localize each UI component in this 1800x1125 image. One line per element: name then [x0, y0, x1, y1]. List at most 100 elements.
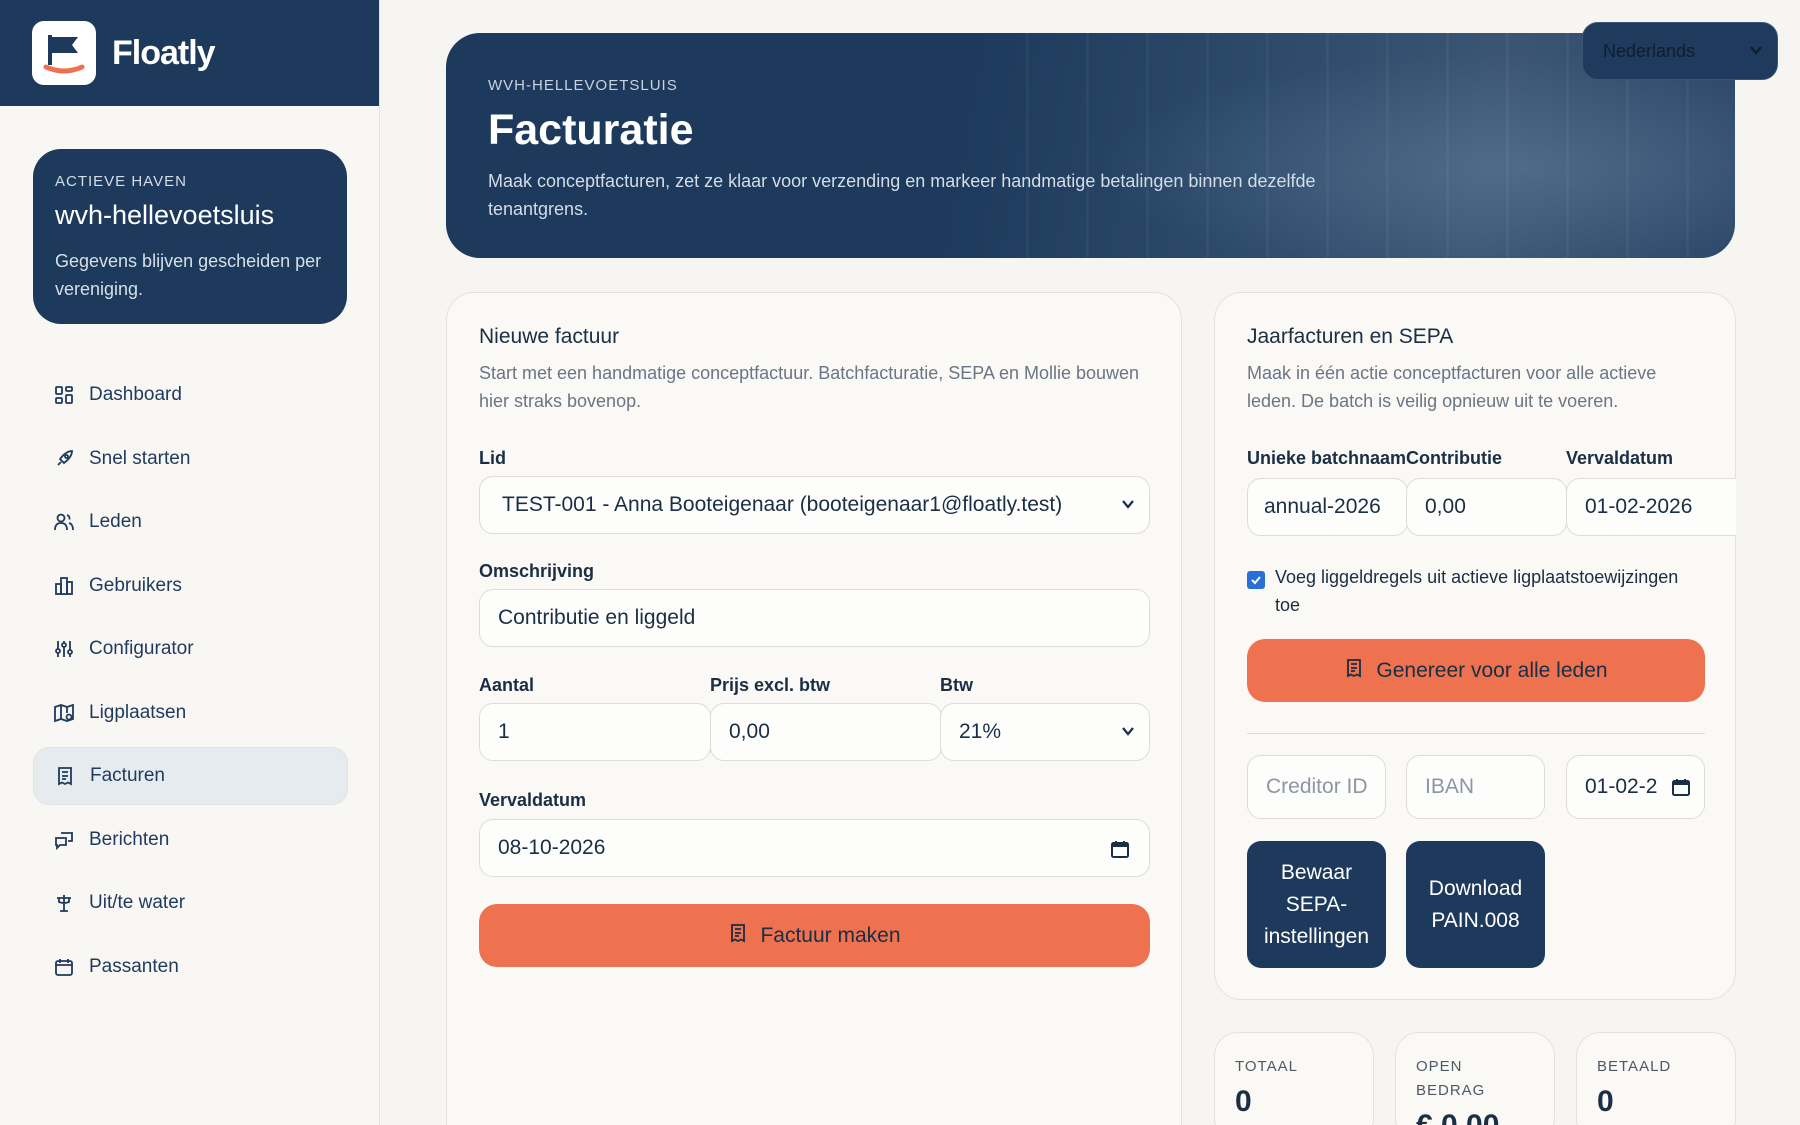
due-date-label: Vervaldatum	[479, 790, 587, 810]
batch-name-value: annual-2026	[1264, 495, 1381, 518]
annual-due-label: Vervaldatum	[1566, 448, 1674, 468]
price-input-value: 0,00	[729, 720, 770, 743]
download-pain-label: Download PAIN.008	[1428, 876, 1523, 932]
sidebar-item-label: Configurator	[89, 638, 194, 659]
calendar-icon[interactable]	[1672, 778, 1690, 802]
description-input-value: Contributie en liggeld	[498, 606, 696, 629]
batch-name-label: Unieke batchnaam	[1247, 448, 1407, 468]
stat-paid: BETAALD 0	[1576, 1032, 1736, 1125]
sidebar-item-facturen[interactable]: Facturen	[33, 747, 348, 805]
vat-select-value: 21%	[959, 720, 1002, 743]
quantity-input-value: 1	[498, 720, 510, 743]
sidebar-item-uit-te-water[interactable]: Uit/te water	[33, 874, 348, 932]
haven-description: Gegevens blijven gescheiden per verenigi…	[55, 251, 322, 299]
creditor-id-input[interactable]: Creditor ID	[1247, 755, 1386, 819]
sidebar-item-configurator[interactable]: Configurator	[33, 620, 348, 678]
hero-eyebrow: WVH-HELLEVOETSLUIS	[488, 77, 678, 94]
batch-name-input[interactable]: annual-2026	[1247, 478, 1408, 536]
generate-all-button[interactable]: Genereer voor alle leden	[1247, 639, 1705, 702]
sidebar-item-passanten[interactable]: Passanten	[33, 938, 348, 996]
sidebar-item-berichten[interactable]: Berichten	[33, 811, 348, 869]
create-invoice-label: Factuur maken	[760, 923, 901, 947]
sidebar-item-label: Ligplaatsen	[89, 701, 187, 723]
sidebar-item-label: Berichten	[89, 828, 170, 850]
due-date-input-value: 08-10-2026	[498, 836, 606, 859]
quantity-label: Aantal	[479, 675, 535, 695]
building-icon	[53, 575, 75, 597]
new-invoice-subtitle: Start met een handmatige conceptfactuur.…	[479, 363, 1140, 411]
active-haven-card: ACTIEVE HAVEN wvh-hellevoetsluis Gegeven…	[33, 149, 347, 324]
sidebar-item-leden[interactable]: Leden	[33, 493, 348, 551]
annual-sepa-card: Jaarfacturen en SEPA Maak in één actie c…	[1214, 292, 1736, 1000]
sidebar-item-label: Facturen	[90, 765, 165, 786]
rocket-icon	[53, 448, 75, 470]
receipt-icon	[54, 765, 76, 787]
stat-total: TOTAAL 0	[1214, 1032, 1374, 1125]
creditor-id-placeholder: Creditor ID	[1266, 775, 1368, 798]
save-sepa-label: Bewaar SEPA-instellingen	[1263, 860, 1370, 948]
brand-header[interactable]: Floatly	[0, 0, 379, 106]
flag-logo-icon	[32, 21, 96, 85]
boat-lift-icon	[53, 892, 75, 914]
map-icon	[53, 702, 75, 724]
berth-fees-checkbox[interactable]	[1247, 571, 1265, 589]
sliders-icon	[53, 638, 75, 660]
sepa-date-value: 01-02-2026	[1585, 775, 1657, 798]
sidebar-item-snel-starten[interactable]: Snel starten	[33, 430, 348, 488]
quantity-input[interactable]: 1	[479, 703, 711, 761]
sidebar-item-label: Passanten	[89, 955, 179, 977]
berth-fees-checkbox-row[interactable]: Voeg liggeldregels uit actieve ligplaats…	[1247, 563, 1687, 619]
messages-icon	[53, 829, 75, 851]
calendar-icon[interactable]	[1111, 840, 1129, 864]
price-label: Prijs excl. btw	[710, 675, 831, 695]
page-title: Facturatie	[488, 106, 694, 154]
stat-open-label: OPEN BEDRAG	[1416, 1058, 1486, 1099]
sidebar-nav: Dashboard Snel starten Leden Gebruikers …	[33, 366, 348, 1001]
receipt-icon	[1344, 658, 1364, 684]
contribution-input[interactable]: 0,00	[1406, 478, 1567, 536]
sidebar-item-label: Snel starten	[89, 447, 191, 469]
sidebar-item-dashboard[interactable]: Dashboard	[33, 366, 348, 424]
due-date-input[interactable]: 08-10-2026	[479, 819, 1150, 877]
language-select[interactable]: Nederlands	[1582, 22, 1778, 80]
new-invoice-title: Nieuwe factuur	[479, 325, 620, 348]
vat-select[interactable]: 21%	[940, 703, 1150, 761]
divider	[1247, 733, 1705, 734]
member-select[interactable]: TEST-001 - Anna Booteigenaar (booteigena…	[479, 476, 1150, 534]
member-select-value: TEST-001 - Anna Booteigenaar (booteigena…	[502, 493, 1063, 516]
create-invoice-button[interactable]: Factuur maken	[479, 904, 1150, 967]
sidebar-item-label: Dashboard	[89, 384, 182, 405]
language-select-value: Nederlands	[1603, 40, 1696, 61]
iban-input[interactable]: IBAN	[1406, 755, 1545, 819]
berth-fees-checkbox-label: Voeg liggeldregels uit actieve ligplaats…	[1275, 567, 1679, 615]
haven-name: wvh-hellevoetsluis	[55, 200, 275, 230]
price-input[interactable]: 0,00	[710, 703, 942, 761]
save-sepa-button[interactable]: Bewaar SEPA-instellingen	[1247, 841, 1386, 968]
sidebar-item-ligplaatsen[interactable]: Ligplaatsen	[33, 684, 348, 742]
chevron-down-icon	[1749, 41, 1763, 62]
stat-paid-value: 0	[1597, 1085, 1614, 1118]
chevron-down-icon	[1121, 497, 1135, 514]
generate-all-label: Genereer voor alle leden	[1376, 658, 1608, 682]
annual-due-value: 01-02-2026	[1585, 495, 1693, 518]
annual-title: Jaarfacturen en SEPA	[1247, 325, 1454, 348]
sidebar-item-label: Uit/te water	[89, 892, 186, 913]
stat-open-value: € 0,00	[1416, 1109, 1534, 1125]
page-hero: WVH-HELLEVOETSLUIS Facturatie Maak conce…	[446, 33, 1735, 258]
contribution-value: 0,00	[1425, 495, 1466, 518]
description-input[interactable]: Contributie en liggeld	[479, 589, 1150, 647]
sidebar: Floatly ACTIEVE HAVEN wvh-hellevoetsluis…	[0, 0, 380, 1125]
hero-description: Maak conceptfacturen, zet ze klaar voor …	[488, 171, 1316, 219]
stat-paid-label: BETAALD	[1597, 1058, 1672, 1075]
sidebar-item-gebruikers[interactable]: Gebruikers	[33, 557, 348, 615]
sidebar-item-label: Leden	[89, 511, 142, 532]
member-label: Lid	[479, 448, 506, 468]
sepa-date-input[interactable]: 01-02-2026	[1566, 755, 1705, 819]
vat-label: Btw	[940, 675, 973, 695]
stat-total-label: TOTAAL	[1235, 1058, 1298, 1075]
brand-name: Floatly	[112, 33, 216, 72]
contribution-label: Contributie	[1406, 448, 1502, 468]
annual-subtitle: Maak in één actie conceptfacturen voor a…	[1247, 363, 1657, 411]
download-pain-button[interactable]: Download PAIN.008	[1406, 841, 1545, 968]
annual-due-input[interactable]: 01-02-2026	[1566, 478, 1736, 536]
